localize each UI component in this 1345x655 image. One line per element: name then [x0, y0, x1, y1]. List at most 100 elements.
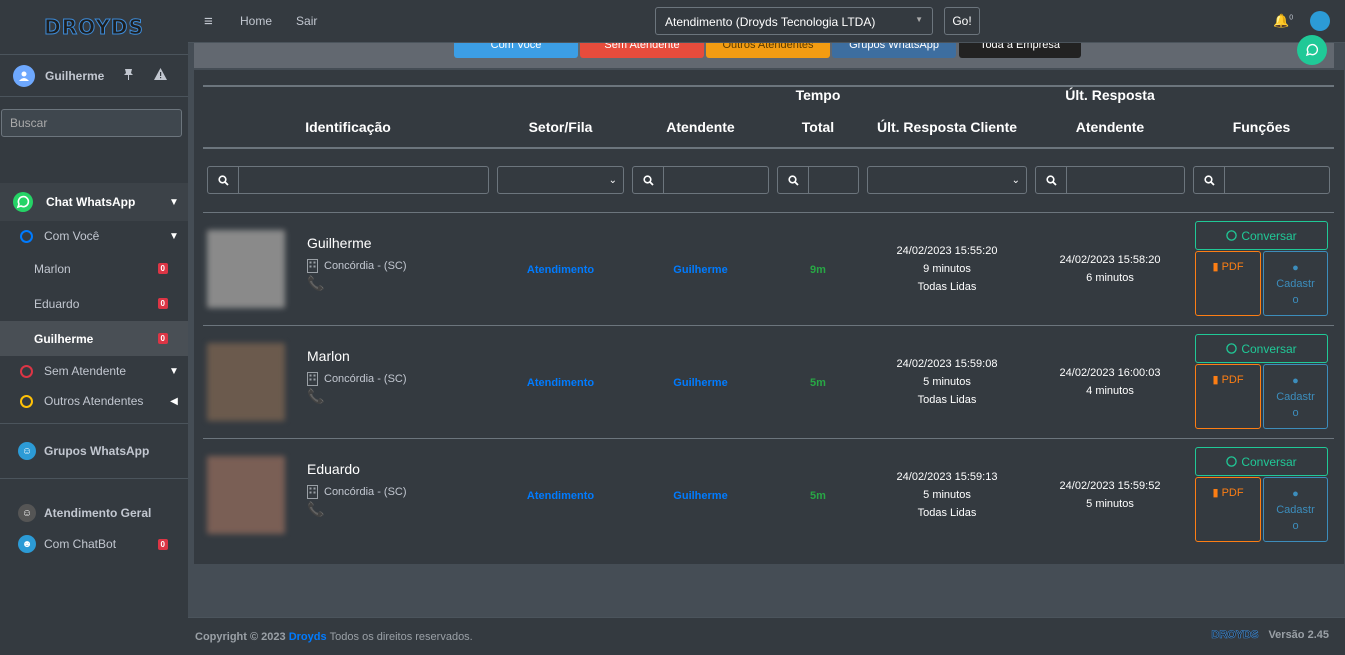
contact-photo[interactable]	[207, 229, 285, 308]
user-icon: ●	[1292, 375, 1299, 387]
contact-name[interactable]: Marlon	[307, 348, 407, 364]
attendance-table: Identificação Setor/Fila Atendente Tempo…	[203, 85, 1334, 551]
sidebar-search-input[interactable]: Buscar	[1, 109, 182, 137]
sidebar-item-label: Com ChatBot	[44, 537, 117, 551]
sidebar-subitem-eduardo[interactable]: Eduardo 0	[0, 286, 188, 321]
contact-photo[interactable]	[207, 455, 285, 534]
footer-copyright: Copyright © 2023	[195, 630, 286, 643]
col-header-tempo-l2: Total	[801, 119, 835, 135]
sidebar-item-sem-atendente[interactable]: Sem Atendente ▼	[0, 356, 188, 386]
tab-outros-atendentes[interactable]: Outros Atendentes	[706, 43, 830, 58]
attendance-table-card: Identificação Setor/Fila Atendente Tempo…	[194, 70, 1344, 564]
chevron-down-icon: ▼	[169, 365, 179, 377]
table-row[interactable]: Eduardo Concórdia - (SC) 📞 Atendimento G…	[203, 438, 1334, 551]
filter-ident-search[interactable]	[207, 166, 489, 195]
menu-chat-whatsapp[interactable]: Chat WhatsApp ▼	[0, 183, 188, 221]
tab-toda-empresa[interactable]: Toda a Empresa	[959, 43, 1081, 58]
tab-grupos-whatsapp[interactable]: Grupos WhatsApp	[832, 43, 956, 58]
warning-icon[interactable]	[149, 68, 171, 83]
contact-name[interactable]: Guilherme	[307, 235, 407, 251]
col-header-ult-cliente[interactable]: Últ. Resposta Cliente	[863, 85, 1031, 149]
robot-icon: ☻	[18, 535, 36, 553]
pdf-button[interactable]: ▮ PDF	[1195, 251, 1261, 316]
tab-sem-atendente[interactable]: Sem Atendente	[580, 43, 704, 58]
table-row[interactable]: Guilherme Concórdia - (SC) 📞 Atendimento…	[203, 212, 1334, 325]
pdf-button[interactable]: ▮ PDF	[1195, 364, 1261, 429]
sidebar-item-com-voce[interactable]: Com Você ▼	[0, 221, 188, 251]
footer-brand-link[interactable]: Droyds	[289, 631, 327, 643]
filter-ult-atendente-search[interactable]	[1035, 166, 1185, 195]
footer-logo: DROYDS	[1211, 629, 1259, 642]
search-icon	[633, 167, 664, 194]
tempo-total: 5m	[810, 376, 826, 389]
conversar-button[interactable]: Conversar	[1195, 334, 1328, 363]
whatsapp-icon	[1226, 343, 1238, 354]
atendente-link[interactable]: Guilherme	[673, 377, 727, 389]
brand-logo[interactable]: DROYDS	[0, 0, 188, 55]
cadastro-button[interactable]: ● Cadastr o	[1263, 477, 1328, 543]
col-header-setor[interactable]: Setor/Fila	[493, 85, 628, 149]
sidebar-subitem-marlon[interactable]: Marlon 0	[0, 251, 188, 286]
conversar-label: Conversar	[1241, 228, 1297, 243]
filter-funcoes-search[interactable]	[1193, 166, 1330, 195]
home-link[interactable]: Home	[240, 14, 272, 28]
pdf-label: PDF	[1221, 261, 1244, 273]
sidebar-item-outros-atendentes[interactable]: Outros Atendentes ◀	[0, 386, 188, 416]
menu-chat-whatsapp-label: Chat WhatsApp	[46, 195, 136, 209]
hamburger-menu-icon[interactable]: ≡	[204, 13, 224, 30]
phone-icon[interactable]: 📞	[307, 501, 407, 518]
user-name[interactable]: Guilherme	[45, 69, 107, 83]
conversar-button[interactable]: Conversar	[1195, 221, 1328, 250]
cadastro-label-2: o	[1292, 407, 1299, 419]
sidebar-item-grupos-whatsapp[interactable]: ☺ Grupos WhatsApp	[0, 424, 188, 478]
circle-icon	[20, 229, 33, 243]
filter-atendente-search[interactable]	[632, 166, 769, 195]
go-button[interactable]: Go!	[944, 7, 980, 35]
col-header-ult-atendente[interactable]: Últ. Resposta Atendente	[1031, 85, 1189, 149]
atendente-link[interactable]: Guilherme	[673, 264, 727, 276]
pdf-button[interactable]: ▮ PDF	[1195, 477, 1261, 543]
bell-icon[interactable]: 🔔0	[1273, 13, 1293, 29]
col-header-tempo-l1: Tempo	[795, 87, 841, 103]
logout-link[interactable]: Sair	[296, 14, 317, 28]
whatsapp-icon[interactable]	[1297, 35, 1327, 65]
cliente-ago: 5 minutos	[923, 488, 971, 501]
col-header-atendente[interactable]: Atendente	[628, 85, 773, 149]
circle-icon	[20, 394, 33, 408]
setor-link[interactable]: Atendimento	[527, 490, 594, 502]
setor-link[interactable]: Atendimento	[527, 264, 594, 276]
tab-com-voce[interactable]: Com Você	[454, 43, 578, 58]
atendente-link[interactable]: Guilherme	[673, 490, 727, 502]
phone-icon[interactable]: 📞	[307, 388, 407, 405]
file-pdf-icon: ▮	[1212, 487, 1219, 500]
sidebar-subitem-guilherme[interactable]: Guilherme 0	[0, 321, 188, 356]
company-select[interactable]: Atendimento (Droyds Tecnologia LTDA) ▼	[655, 7, 933, 35]
cadastro-label-1: Cadastr	[1276, 278, 1315, 290]
col-header-ult-atend-l1: Últ. Resposta	[1065, 87, 1155, 103]
cadastro-button[interactable]: ● Cadastr o	[1263, 251, 1328, 316]
sidebar-item-com-chatbot[interactable]: ☻ Com ChatBot 0	[0, 533, 188, 555]
contact-photo[interactable]	[207, 342, 285, 421]
contact-name[interactable]: Eduardo	[307, 461, 407, 477]
filter-tempo-search[interactable]	[777, 166, 859, 195]
cadastro-button[interactable]: ● Cadastr o	[1263, 364, 1328, 429]
whatsapp-icon	[1226, 456, 1238, 467]
filter-ult-cliente-select[interactable]: ⌄	[867, 166, 1027, 195]
building-icon	[307, 484, 318, 499]
col-header-ident[interactable]: Identificação	[203, 85, 493, 149]
building-icon	[307, 258, 318, 273]
chevron-down-icon: ⌄	[1011, 174, 1020, 186]
cliente-status: Todas Lidas	[917, 393, 977, 406]
user-icon: ●	[1292, 262, 1299, 274]
user-robot-avatar-icon[interactable]	[1310, 11, 1330, 31]
col-header-tempo[interactable]: Tempo Total	[773, 85, 863, 149]
user-avatar-icon[interactable]	[13, 64, 35, 87]
conversar-button[interactable]: Conversar	[1195, 447, 1328, 477]
filter-setor-select[interactable]: ⌄	[497, 166, 624, 195]
phone-icon[interactable]: 📞	[307, 275, 407, 292]
pin-icon[interactable]	[117, 68, 139, 83]
table-row[interactable]: Marlon Concórdia - (SC) 📞 Atendimento Gu…	[203, 325, 1334, 438]
sidebar-item-label: Grupos WhatsApp	[44, 444, 150, 458]
sidebar-item-atendimento-geral[interactable]: ☺ Atendimento Geral	[0, 479, 188, 533]
setor-link[interactable]: Atendimento	[527, 377, 594, 389]
